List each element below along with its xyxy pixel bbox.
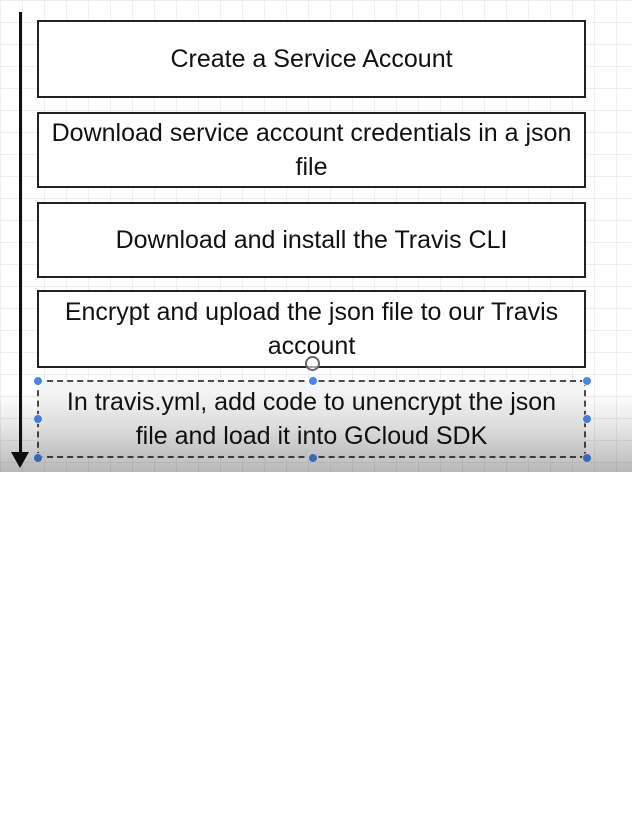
selection-handle-top-middle[interactable] — [308, 376, 318, 386]
step-4-label: Encrypt and upload the json file to our … — [64, 298, 559, 360]
selection-handle-bottom-left[interactable] — [33, 453, 43, 463]
step-1-label: Create a Service Account — [170, 45, 453, 73]
selection-handle-bottom-middle[interactable] — [308, 453, 318, 463]
step-3-label: Download and install the Travis CLI — [115, 226, 508, 254]
step-1-box[interactable]: Create a Service Account — [37, 20, 586, 98]
step-3-box[interactable]: Download and install the Travis CLI — [37, 202, 586, 278]
step-2-box[interactable]: Download service account credentials in … — [37, 112, 586, 188]
selection-handle-top-right[interactable] — [582, 376, 592, 386]
timeline-arrowhead — [11, 452, 29, 468]
step-2-label: Download service account credentials in … — [51, 119, 572, 181]
timeline-line — [19, 12, 22, 454]
step-5-box-selected[interactable]: In travis.yml, add code to unencrypt the… — [37, 380, 586, 458]
diagram-canvas[interactable]: Create a Service Account Download servic… — [0, 0, 632, 472]
selection-handle-top-left[interactable] — [33, 376, 43, 386]
selection-handle-middle-right[interactable] — [582, 414, 592, 424]
selection-handle-middle-left[interactable] — [33, 414, 43, 424]
selection-handle-bottom-right[interactable] — [582, 453, 592, 463]
mouse-cursor-icon — [305, 356, 320, 371]
step-5-label: In travis.yml, add code to unencrypt the… — [66, 388, 557, 450]
